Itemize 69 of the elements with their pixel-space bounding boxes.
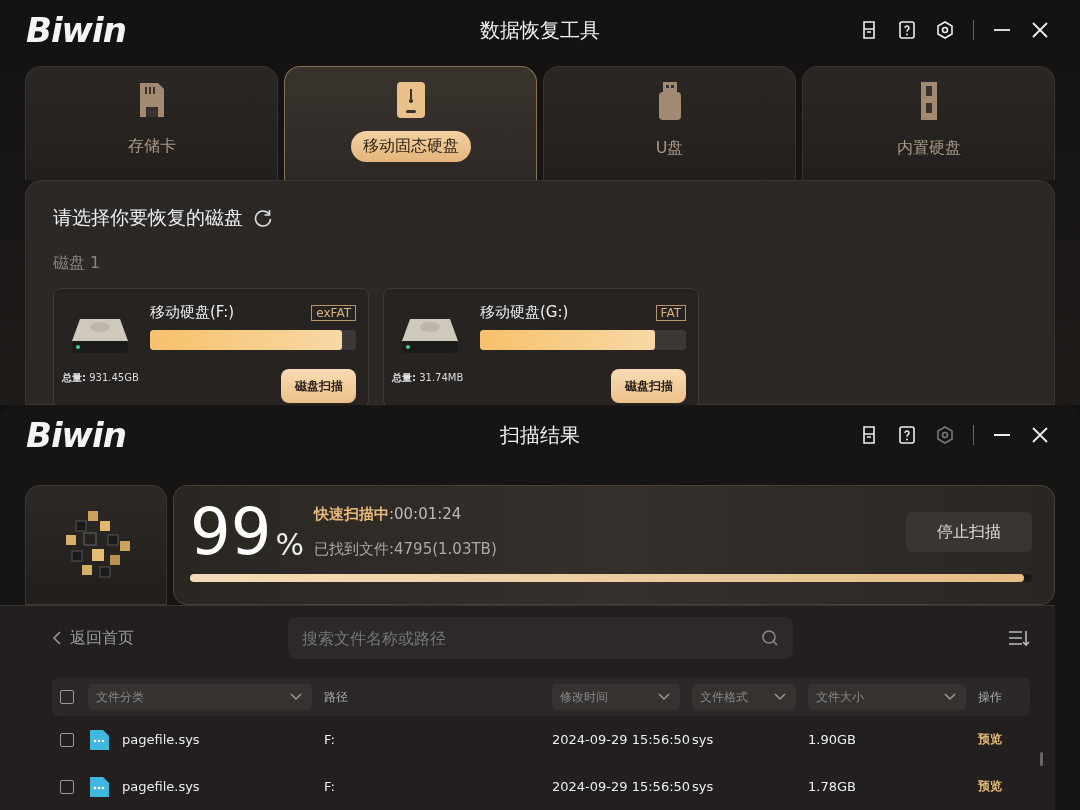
chevron-left-icon	[52, 631, 62, 645]
back-link[interactable]: 返回首页	[52, 627, 288, 649]
modified-cell: 2024-09-29 15:56:50	[552, 732, 692, 747]
disk-card[interactable]: 移动硬盘(G:) FAT 总量: 31.74MB 磁盘扫描	[383, 288, 699, 405]
memory-card-icon	[137, 81, 166, 119]
column-filter[interactable]: 文件大小	[808, 684, 966, 710]
file-name: pagefile.sys	[122, 779, 200, 794]
file-name: pagefile.sys	[122, 732, 200, 747]
chevron-down-icon	[658, 693, 670, 701]
search-field[interactable]: 搜索文件名称或路径	[288, 617, 793, 659]
file-icon	[88, 775, 110, 798]
row-checkbox[interactable]	[60, 779, 74, 794]
size-cell-text: 1.78GB	[808, 779, 857, 794]
preview-link[interactable]: 预览	[978, 778, 1002, 795]
total-capacity: 总量: 931.45GB	[62, 371, 139, 385]
total-capacity: 总量: 31.74MB	[392, 371, 464, 385]
column-filter[interactable]: 文件分类	[88, 684, 312, 710]
search-icon	[761, 629, 779, 647]
format-cell-text: sys	[692, 779, 715, 794]
ssd-stick-icon	[918, 81, 939, 121]
found-files: 已找到文件:4795(1.03TB)	[313, 540, 497, 559]
logo: Biwin	[26, 10, 126, 50]
column-filter[interactable]: 文件格式	[692, 684, 796, 710]
percent-sign: %	[275, 527, 304, 562]
device-tab[interactable]: U盘	[543, 66, 796, 180]
refresh-icon[interactable]	[253, 208, 273, 228]
device-tab[interactable]: 存储卡	[25, 66, 278, 180]
path-cell-text: F:	[324, 779, 336, 794]
file-icon	[88, 728, 110, 751]
group-label: 磁盘 1	[53, 253, 102, 274]
help-icon[interactable]	[897, 425, 917, 445]
size-cell-text: 1.90GB	[808, 732, 857, 747]
column-header: 操作	[978, 688, 1003, 706]
device-tab[interactable]: 移动固态硬盘	[284, 66, 537, 180]
preview-link[interactable]: 预览	[978, 731, 1002, 748]
chevron-down-icon	[290, 693, 302, 701]
help-icon[interactable]	[897, 20, 917, 40]
chevron-down-icon	[944, 693, 956, 701]
format-cell-text: sys	[692, 732, 715, 747]
portable-drive-icon	[395, 81, 426, 119]
row-checkbox[interactable]	[60, 732, 74, 747]
path-cell-text: F:	[324, 732, 336, 747]
close-icon[interactable]	[1030, 425, 1050, 445]
scrollbar[interactable]	[1040, 752, 1043, 766]
window-title: 扫描结果	[500, 421, 580, 449]
window-title: 数据恢复工具	[480, 16, 600, 44]
filesystem-tag: exFAT	[311, 304, 356, 321]
chevron-down-icon	[774, 693, 786, 701]
percent-value: 99	[190, 500, 272, 564]
scan-status: 快速扫描中	[313, 505, 389, 523]
logo: Biwin	[26, 415, 126, 455]
disk-name: 移动硬盘(F:)	[150, 303, 235, 322]
filesystem-tag: FAT	[655, 304, 686, 321]
scan-disk-button[interactable]: 磁盘扫描	[611, 369, 686, 403]
usb-drive-icon	[657, 81, 682, 121]
device-tab[interactable]: 内置硬盘	[802, 66, 1055, 180]
column-header: 路径	[324, 688, 349, 706]
settings-icon[interactable]	[935, 20, 955, 40]
column-filter[interactable]: 修改时间	[552, 684, 680, 710]
close-icon[interactable]	[1030, 20, 1050, 40]
elapsed-time: :00:01:24	[388, 505, 462, 523]
stop-scan-button[interactable]: 停止扫描	[906, 512, 1032, 552]
scan-disk-button[interactable]: 磁盘扫描	[281, 369, 356, 403]
disk-card[interactable]: 移动硬盘(F:) exFAT 总量: 931.45GB 磁盘扫描	[53, 288, 369, 405]
sort-icon[interactable]	[1008, 629, 1030, 647]
section-heading: 请选择你要恢复的磁盘	[53, 205, 243, 230]
modified-cell: 2024-09-29 15:56:50	[552, 779, 692, 794]
select-all-checkbox[interactable]	[60, 690, 74, 704]
disk-name: 移动硬盘(G:)	[480, 303, 569, 322]
